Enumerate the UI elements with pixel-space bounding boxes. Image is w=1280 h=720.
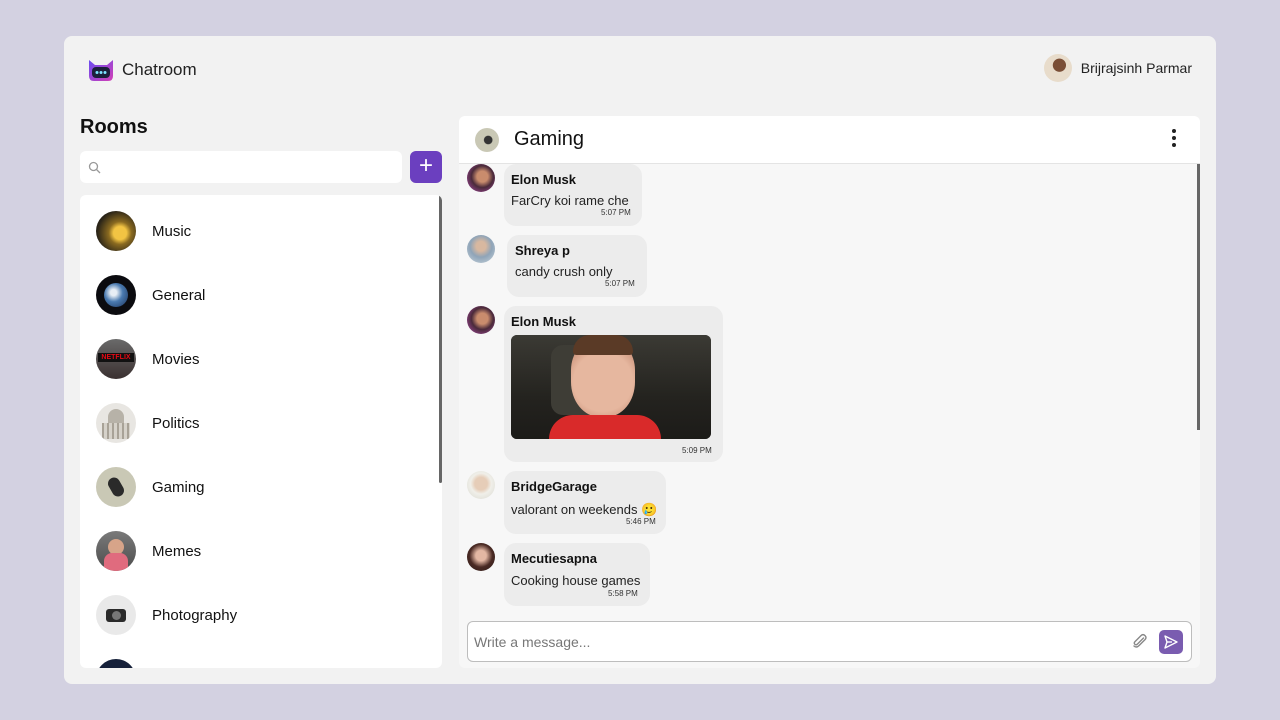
room-name: Gaming xyxy=(152,478,205,496)
message-sender: BridgeGarage xyxy=(511,479,597,494)
room-item-gaming[interactable]: Gaming xyxy=(96,467,205,507)
room-avatar-partial xyxy=(96,659,136,668)
room-item-movies[interactable]: NETFLIX Movies xyxy=(96,339,200,379)
message-bubble: BridgeGarage valorant on weekends 🥲 5:46… xyxy=(504,471,666,534)
message-text: valorant on weekends 🥲 xyxy=(511,502,658,517)
message-sender: Mecutiesapna xyxy=(511,551,597,566)
message-bubble: Mecutiesapna Cooking house games 5:58 PM xyxy=(504,543,650,606)
room-name: Memes xyxy=(152,542,202,560)
chat-panel: Gaming Elon Musk FarCry koi rame che 5:0… xyxy=(459,116,1200,668)
chat-scrollbar[interactable] xyxy=(1197,164,1200,430)
netflix-avatar: NETFLIX xyxy=(96,339,136,379)
room-item-photography[interactable]: Photography xyxy=(96,595,237,635)
sender-avatar[interactable] xyxy=(467,164,495,192)
camera-avatar xyxy=(96,595,136,635)
message-text: Cooking house games xyxy=(511,573,641,588)
message-sender: Elon Musk xyxy=(511,314,577,329)
room-search-box[interactable] xyxy=(80,151,402,183)
message-sender: Shreya p xyxy=(515,243,570,258)
send-button[interactable] xyxy=(1159,630,1183,654)
more-options-icon[interactable] xyxy=(1164,128,1184,148)
room-name: Music xyxy=(152,222,192,240)
message-text: candy crush only xyxy=(515,264,613,279)
message-time: 5:09 PM xyxy=(682,446,712,455)
room-name: Movies xyxy=(152,350,200,368)
room-name: General xyxy=(152,286,206,304)
music-room-avatar xyxy=(96,211,136,251)
room-avatar[interactable] xyxy=(475,128,499,152)
brand[interactable]: Chatroom xyxy=(88,56,197,84)
memes-avatar xyxy=(96,531,136,571)
sender-avatar[interactable] xyxy=(467,235,495,263)
room-name: Photography xyxy=(152,606,238,624)
room-item-partial[interactable] xyxy=(96,659,136,668)
netflix-badge: NETFLIX xyxy=(98,353,134,362)
sender-avatar[interactable] xyxy=(467,471,495,499)
message-time: 5:07 PM xyxy=(605,279,635,288)
chat-header: Gaming xyxy=(459,116,1200,164)
rooms-scrollbar[interactable] xyxy=(439,195,442,483)
message-sender: Elon Musk xyxy=(511,172,577,187)
room-item-politics[interactable]: Politics xyxy=(96,403,200,443)
message-composer xyxy=(467,621,1192,662)
chat-app-window: Chatroom Brijrajsinh Parmar Rooms + Musi… xyxy=(64,36,1216,684)
user-profile[interactable]: Brijrajsinh Parmar xyxy=(1043,54,1192,82)
message-time: 5:07 PM xyxy=(601,208,631,217)
user-avatar[interactable] xyxy=(1043,54,1072,82)
message-bubble: Elon Musk FarCry koi rame che 5:07 PM xyxy=(504,164,642,226)
message-input[interactable] xyxy=(474,632,1114,652)
message-bubble: Elon Musk 5:09 PM xyxy=(504,306,723,462)
room-item-general[interactable]: General xyxy=(96,275,205,315)
earth-avatar xyxy=(96,275,136,315)
room-search-input[interactable] xyxy=(107,159,397,175)
sender-avatar[interactable] xyxy=(467,306,495,334)
message-text: FarCry koi rame che xyxy=(511,193,629,208)
app-name: Chatroom xyxy=(122,60,197,79)
send-icon xyxy=(1164,635,1178,649)
chatroom-logo-icon xyxy=(89,60,113,81)
rooms-list: Music General NETFLIX Movies Politics Ga… xyxy=(80,195,442,668)
capitol-avatar xyxy=(96,403,136,443)
room-title: Gaming xyxy=(514,128,585,150)
room-item-memes[interactable]: Memes xyxy=(96,531,201,571)
message-time: 5:58 PM xyxy=(608,589,638,598)
sender-avatar[interactable] xyxy=(467,543,495,571)
user-name: Brijrajsinh Parmar xyxy=(1080,60,1192,76)
gaming-avatar xyxy=(96,467,136,507)
paperclip-icon[interactable] xyxy=(1131,632,1149,650)
room-name: Politics xyxy=(152,414,200,432)
add-room-button[interactable]: + xyxy=(410,151,442,183)
rooms-title: Rooms xyxy=(80,116,148,138)
message-image[interactable] xyxy=(511,335,711,439)
search-icon xyxy=(88,161,101,173)
room-item-music[interactable]: Music xyxy=(96,211,191,251)
message-time: 5:46 PM xyxy=(626,517,656,526)
message-bubble: Shreya p candy crush only 5:07 PM xyxy=(507,235,647,297)
